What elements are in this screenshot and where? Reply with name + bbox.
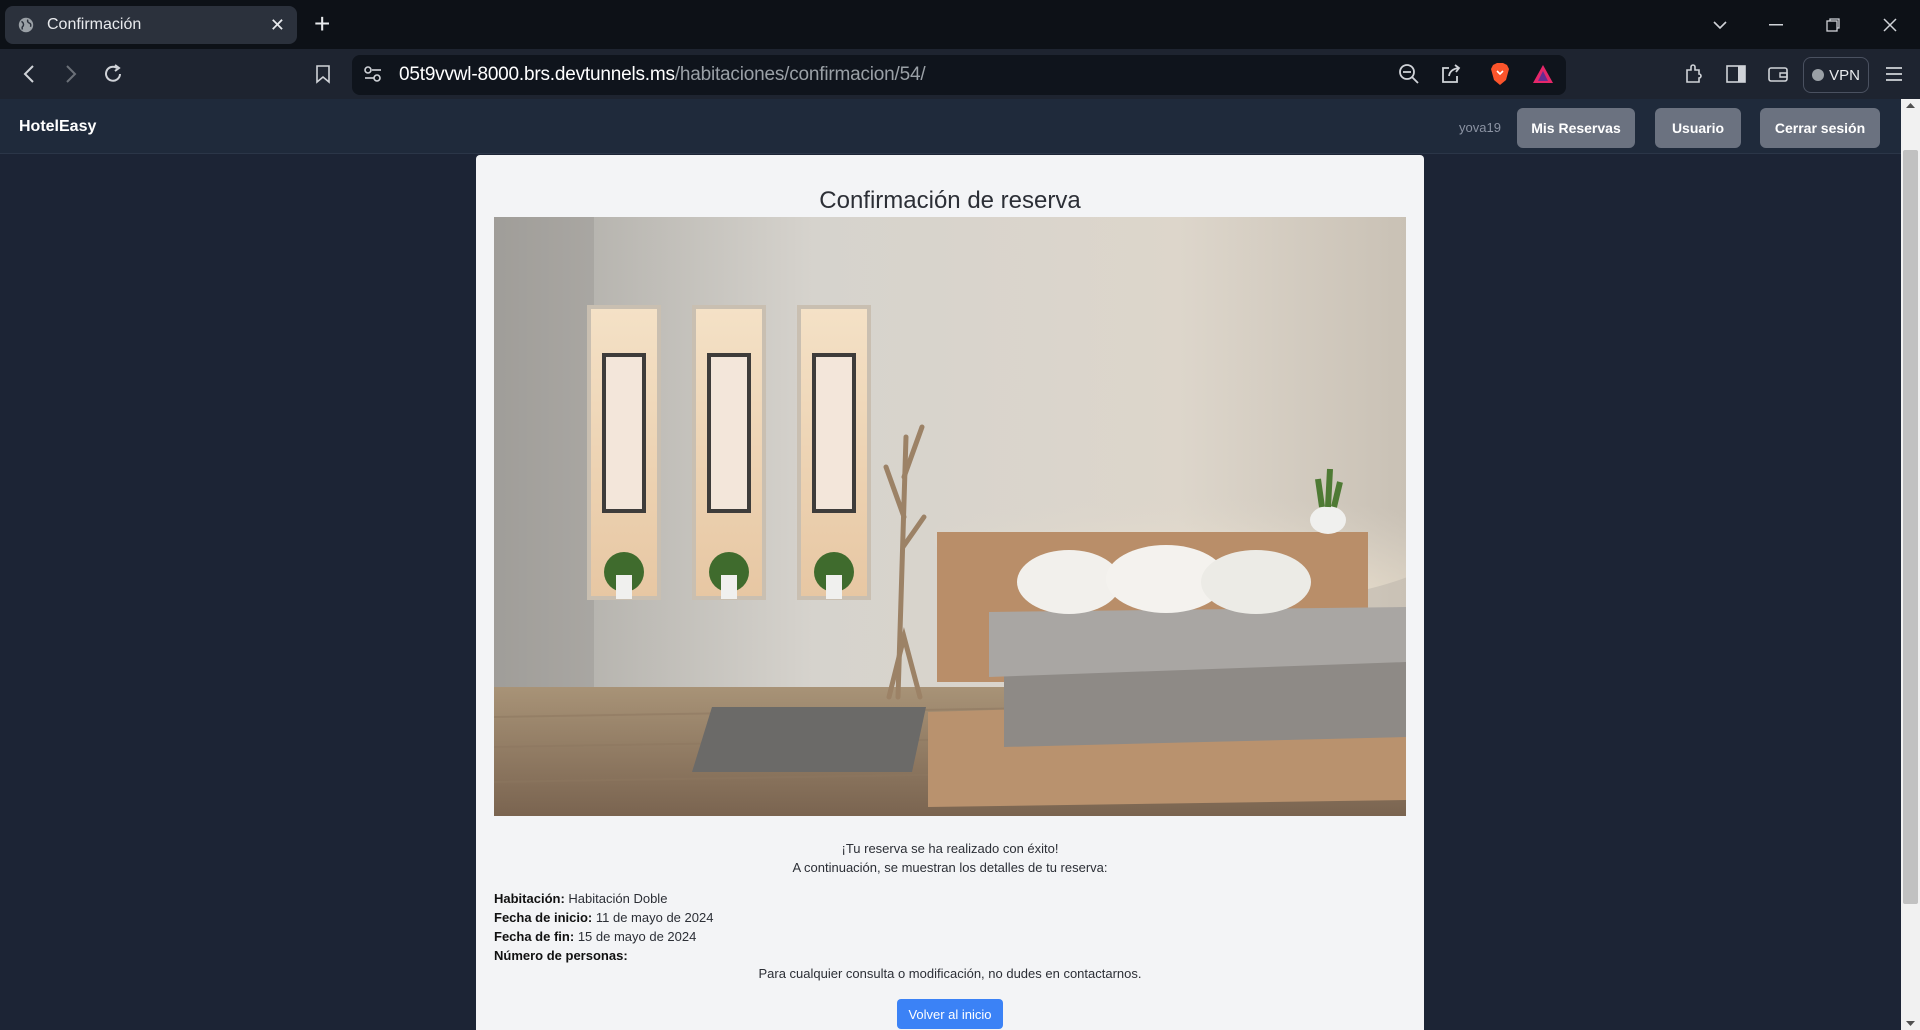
minimize-icon[interactable] bbox=[1748, 0, 1804, 49]
url-path: /habitaciones/confirmacion/54/ bbox=[674, 64, 926, 85]
new-tab-icon[interactable]: + bbox=[314, 10, 330, 38]
contact-message: Para cualquier consulta o modificación, … bbox=[758, 966, 1142, 981]
details-intro: A continuación, se muestran los detalles… bbox=[792, 860, 1108, 875]
forward-icon[interactable] bbox=[58, 61, 84, 87]
success-message: ¡Tu reserva se ha realizado con éxito! bbox=[841, 841, 1059, 856]
vpn-button[interactable]: VPN bbox=[1803, 57, 1869, 93]
address-url[interactable]: 05t9vvwl-8000.brs.devtunnels.ms/habitaci… bbox=[399, 64, 926, 86]
wallet-icon[interactable] bbox=[1765, 61, 1791, 87]
url-host: 05t9vvwl-8000.brs.devtunnels.ms bbox=[399, 64, 675, 85]
scrollbar-thumb[interactable] bbox=[1903, 150, 1918, 904]
vpn-status-icon bbox=[1812, 69, 1825, 81]
bookmark-icon[interactable] bbox=[310, 61, 336, 87]
detail-value: Habitación Doble bbox=[568, 891, 668, 906]
reload-icon[interactable] bbox=[100, 61, 126, 87]
share-icon[interactable] bbox=[1438, 61, 1464, 87]
detail-start-date: Fecha de inicio: 11 de mayo de 2024 bbox=[494, 910, 713, 925]
page-title: Confirmación de reserva bbox=[819, 187, 1081, 214]
scroll-down-icon[interactable] bbox=[1901, 1016, 1920, 1030]
browser-tab-strip: Confirmación ✕ + bbox=[0, 0, 1920, 49]
detail-room: Habitación: Habitación Doble bbox=[494, 891, 667, 906]
vpn-label: VPN bbox=[1829, 66, 1860, 84]
current-username: yova19 bbox=[1459, 120, 1501, 135]
tab-close-icon[interactable]: ✕ bbox=[270, 15, 285, 36]
logout-button[interactable]: Cerrar sesión bbox=[1760, 108, 1880, 148]
my-reservations-button[interactable]: Mis Reservas bbox=[1517, 108, 1635, 148]
sidebar-icon[interactable] bbox=[1723, 61, 1749, 87]
detail-end-date: Fecha de fin: 15 de mayo de 2024 bbox=[494, 929, 696, 944]
detail-label: Número de personas: bbox=[494, 948, 628, 963]
menu-icon[interactable] bbox=[1881, 61, 1907, 87]
bedroom-image bbox=[494, 217, 1406, 816]
brand-logo[interactable]: HotelEasy bbox=[19, 118, 96, 136]
room-photo bbox=[494, 217, 1406, 816]
confirmation-card: Confirmación de reserva ¡Tu reserva se h… bbox=[476, 155, 1424, 1030]
user-button[interactable]: Usuario bbox=[1655, 108, 1741, 148]
extensions-icon[interactable] bbox=[1681, 61, 1707, 87]
tab-title: Confirmación bbox=[47, 16, 142, 33]
zoom-out-icon[interactable] bbox=[1396, 61, 1422, 87]
page-viewport: HotelEasy yova19 Mis Reservas Usuario Ce… bbox=[0, 99, 1901, 1030]
back-home-button[interactable]: Volver al inicio bbox=[897, 999, 1003, 1029]
site-settings-icon[interactable] bbox=[360, 61, 386, 87]
brave-rewards-icon[interactable] bbox=[1530, 61, 1556, 87]
detail-value: 11 de mayo de 2024 bbox=[595, 910, 714, 925]
detail-guests: Número de personas: bbox=[494, 948, 628, 963]
tab-search-icon[interactable] bbox=[1692, 0, 1748, 49]
back-icon[interactable] bbox=[16, 61, 42, 87]
restore-icon[interactable] bbox=[1805, 0, 1861, 49]
globe-icon bbox=[18, 17, 34, 33]
detail-value: 15 de mayo de 2024 bbox=[577, 929, 697, 944]
detail-label: Fecha de inicio: bbox=[494, 910, 593, 925]
window-close-icon[interactable] bbox=[1862, 0, 1918, 49]
brave-shields-icon[interactable] bbox=[1487, 61, 1513, 87]
browser-tab[interactable]: Confirmación ✕ bbox=[5, 6, 297, 44]
detail-label: Habitación: bbox=[494, 891, 565, 906]
site-navbar: HotelEasy yova19 Mis Reservas Usuario Ce… bbox=[0, 99, 1901, 154]
scroll-up-icon[interactable] bbox=[1901, 99, 1920, 113]
detail-label: Fecha de fin: bbox=[494, 929, 575, 944]
